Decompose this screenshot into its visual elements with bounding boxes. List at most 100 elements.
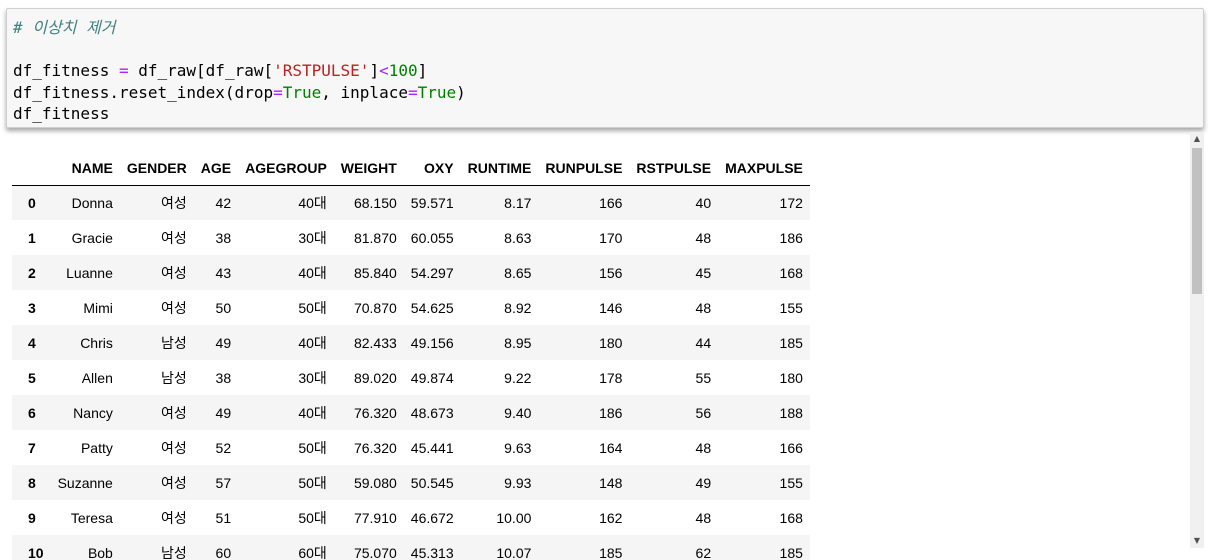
table-cell: Bob [87, 544, 113, 560]
column-header: MAXPULSE [718, 151, 810, 186]
table-cell: 54.625 [410, 299, 454, 316]
table-cell: 180 [779, 369, 803, 386]
table-cell: 여성 [161, 474, 187, 491]
table-cell: 남성 [161, 544, 187, 560]
code-editor[interactable]: # 이상치 제거 df_fitness = df_raw[df_raw['RST… [13, 17, 466, 125]
table-cell: 40대 [298, 334, 327, 351]
table-cell: 185 [779, 334, 803, 351]
table-cell: 46.672 [410, 509, 454, 526]
table-cell: 8.17 [504, 194, 532, 211]
table-cell: 49 [215, 334, 232, 351]
table-cell: 50대 [298, 439, 327, 456]
table-cell: 188 [779, 404, 803, 421]
table-cell: 9.93 [504, 474, 532, 491]
table-cell: 43 [215, 264, 232, 281]
column-header: OXY [403, 151, 461, 186]
table-cell: 40대 [298, 404, 327, 421]
table-cell: 8.95 [504, 334, 532, 351]
table-cell: 50 [215, 299, 232, 316]
table-cell: 여성 [161, 299, 187, 316]
table-cell: 여성 [161, 229, 187, 246]
table-cell: 146 [599, 299, 623, 316]
table-cell: 여성 [161, 439, 187, 456]
table-cell: 여성 [161, 194, 187, 211]
table-cell: 75.070 [353, 544, 397, 560]
index-header [12, 151, 51, 186]
table-cell: Donna [71, 194, 113, 211]
table-cell: 48 [695, 299, 712, 316]
dataframe-table: NAME GENDER AGE AGEGROUP WEIGHT OXY RUNT… [12, 151, 810, 560]
scroll-down-arrow-icon[interactable]: ▼ [1190, 534, 1204, 548]
table-cell: Teresa [70, 509, 113, 526]
table-cell: 76.320 [353, 439, 397, 456]
table-cell: 85.840 [353, 264, 397, 281]
row-index: 4 [28, 334, 36, 351]
column-header: RUNPULSE [538, 151, 630, 186]
table-cell: 30대 [298, 369, 327, 386]
table-cell: Gracie [71, 229, 113, 246]
table-cell: 68.150 [353, 194, 397, 211]
table-cell: 48 [695, 229, 712, 246]
column-header: AGE [193, 151, 239, 186]
table-cell: Allen [81, 369, 113, 386]
table-cell: Nancy [73, 404, 113, 421]
table-cell: 51 [215, 509, 232, 526]
table-cell: 60 [215, 544, 232, 560]
table-row: 2 Luanne 여성 43 40대 85.840 54.297 8.65 156 45 168 [12, 255, 810, 290]
table-cell: 50대 [298, 474, 327, 491]
row-index: 2 [28, 264, 36, 281]
table-cell: 남성 [161, 369, 187, 386]
table-cell: 186 [599, 404, 623, 421]
row-index: 6 [28, 404, 36, 421]
table-cell: 50.545 [410, 474, 454, 491]
table-cell: 172 [779, 194, 803, 211]
table-cell: 164 [599, 439, 623, 456]
table-cell: Luanne [66, 264, 113, 281]
row-index: 9 [28, 509, 36, 526]
table-cell: 81.870 [353, 229, 397, 246]
table-cell: 186 [779, 229, 803, 246]
table-cell: 42 [215, 194, 232, 211]
scrollbar-thumb[interactable] [1192, 148, 1202, 294]
column-header: RSTPULSE [629, 151, 719, 186]
table-cell: 70.870 [353, 299, 397, 316]
table-row: 1 Gracie 여성 38 30대 81.870 60.055 8.63 170 48 186 [12, 220, 810, 255]
scroll-up-arrow-icon[interactable]: ▲ [1190, 132, 1204, 146]
table-row: 8 Suzanne 여성 57 50대 59.080 50.545 9.93 148 49 155 [12, 465, 810, 500]
code-line-1: df_fitness = df_raw[df_raw['RSTPULSE']<1… [13, 61, 428, 80]
row-index: 5 [28, 369, 36, 386]
table-row: 4 Chris 남성 49 40대 82.433 49.156 8.95 180 44 185 [12, 325, 810, 360]
table-cell: 50대 [298, 509, 327, 526]
table-cell: Chris [80, 334, 113, 351]
table-cell: 49 [215, 404, 232, 421]
table-cell: Patty [80, 439, 113, 456]
column-header: AGEGROUP [238, 151, 334, 186]
output-area[interactable]: NAME GENDER AGE AGEGROUP WEIGHT OXY RUNT… [0, 132, 1190, 560]
table-cell: Suzanne [57, 474, 113, 491]
table-cell: 9.22 [504, 369, 532, 386]
table-cell: 52 [215, 439, 232, 456]
table-header-row: NAME GENDER AGE AGEGROUP WEIGHT OXY RUNT… [12, 151, 810, 186]
table-cell: 40대 [298, 264, 327, 281]
table-row: 7 Patty 여성 52 50대 76.320 45.441 9.63 164 48 166 [12, 430, 810, 465]
table-cell: 60.055 [410, 229, 454, 246]
column-header: NAME [50, 151, 120, 186]
table-cell: 40대 [298, 194, 327, 211]
row-index: 8 [28, 474, 36, 491]
code-line-2: df_fitness.reset_index(drop=True, inplac… [13, 82, 466, 102]
table-cell: Mimi [83, 299, 113, 316]
table-cell: 49.156 [410, 334, 454, 351]
table-cell: 54.297 [410, 264, 454, 281]
table-cell: 185 [599, 544, 623, 560]
row-index: 10 [28, 544, 44, 560]
table-row: 6 Nancy 여성 49 40대 76.320 48.673 9.40 186 56 188 [12, 395, 810, 430]
row-index: 0 [28, 194, 36, 211]
output-scrollbar[interactable]: ▲ ▼ [1190, 132, 1204, 548]
table-cell: 여성 [161, 509, 187, 526]
table-cell: 8.65 [504, 264, 532, 281]
table-cell: 45 [695, 264, 712, 281]
code-line-3: df_fitness [13, 104, 110, 123]
table-cell: 44 [695, 334, 712, 351]
code-cell[interactable]: # 이상치 제거 df_fitness = df_raw[df_raw['RST… [6, 8, 1204, 128]
row-index: 7 [28, 439, 36, 456]
